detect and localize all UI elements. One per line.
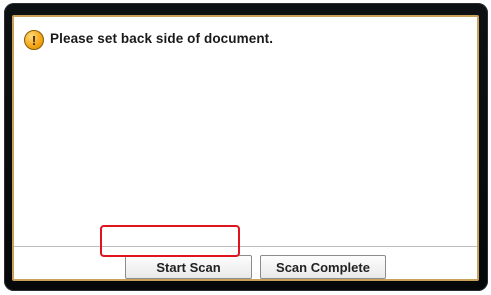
button-bar: Start Scan Scan Complete (14, 246, 477, 279)
touch-screen: ! Please set back side of document. Star… (12, 15, 479, 281)
scan-complete-button[interactable]: Scan Complete (260, 255, 386, 279)
message-text: Please set back side of document. (50, 30, 274, 46)
warning-icon: ! (24, 30, 44, 50)
start-scan-button[interactable]: Start Scan (125, 255, 252, 279)
device-panel: ! Please set back side of document. Star… (0, 0, 491, 295)
message-row: ! Please set back side of document. (24, 26, 273, 50)
